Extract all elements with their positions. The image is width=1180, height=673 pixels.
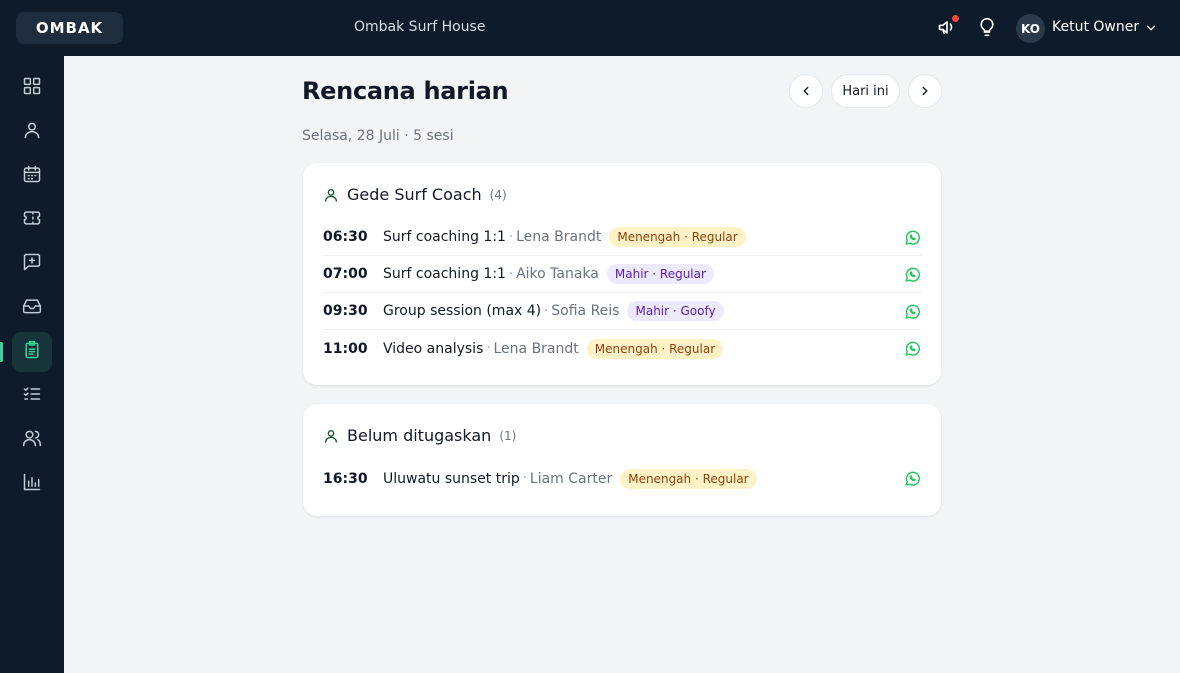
clipboard-icon [22,340,42,364]
group-name: Gede Surf Coach [347,185,482,204]
venue-name: Ombak Surf House [354,19,486,35]
ticket-icon [22,208,42,232]
lightbulb-icon[interactable] [976,16,998,38]
separator-dot: · [508,266,514,282]
user-icon [323,187,339,203]
sidebar-item-reports-clipboard[interactable] [12,332,52,372]
group-header: Gede Surf Coach (4) [323,185,507,204]
session-row[interactable]: 16:30 Uluwatu sunset trip · Liam Carter … [323,460,921,497]
unassigned-group-card: Belum ditugaskan (1) 16:30 Uluwatu sunse… [303,404,941,516]
sidebar-item-tickets[interactable] [12,200,52,240]
session-row[interactable]: 06:30 Surf coaching 1:1 · Lena Brandt Me… [323,219,921,256]
chevron-left-icon [799,84,813,98]
bar-chart-icon [22,472,42,496]
session-client: Liam Carter [529,470,613,487]
session-time: 09:30 [323,303,368,319]
sidebar-item-dashboard[interactable] [12,68,52,108]
user-name[interactable]: Ketut Owner [1052,19,1139,35]
active-nav-indicator [0,342,3,362]
level-badge: Menengah · Regular [586,338,724,359]
sidebar-item-tasks[interactable] [12,376,52,416]
session-client: Lena Brandt [516,229,602,245]
sidebar-item-inbox[interactable] [12,288,52,328]
user-icon [22,120,42,144]
notification-dot [952,15,959,22]
group-header: Belum ditugaskan (1) [323,426,516,445]
chevron-down-icon[interactable] [1144,20,1158,34]
sidebar-item-stats[interactable] [12,464,52,504]
grid-icon [22,76,42,100]
separator-dot: · [544,303,549,319]
checklist-icon [22,384,42,408]
next-day-button[interactable] [908,74,942,108]
session-time: 07:00 [323,266,368,282]
group-count: (4) [489,187,507,202]
session-time: 06:30 [323,229,368,245]
coach-group-card: Gede Surf Coach (4) 06:30 Surf coaching … [303,163,941,385]
level-badge: Menengah · Regular [620,468,757,489]
prev-day-button[interactable] [789,74,823,108]
session-time: 16:30 [323,470,368,487]
sidebar-item-calendar[interactable] [12,156,52,196]
session-client: Lena Brandt [493,340,579,357]
group-count: (1) [499,428,517,443]
whatsapp-icon[interactable] [904,229,921,246]
separator-dot: · [522,471,527,486]
session-client: Aiko Tanaka [516,266,599,282]
sidebar-item-team[interactable] [12,420,52,460]
whatsapp-icon[interactable] [904,266,921,283]
session-title: Surf coaching 1:1 [383,266,506,282]
group-name: Belum ditugaskan [347,426,492,445]
user-icon [323,428,339,444]
level-badge: Mahir · Goofy [627,301,724,321]
sidebar-item-profile[interactable] [12,112,52,152]
separator-dot: · [508,229,514,245]
megaphone-icon[interactable] [936,15,959,38]
session-row[interactable]: 09:30 Group session (max 4) · Sofia Reis… [323,293,921,330]
session-row[interactable]: 07:00 Surf coaching 1:1 · Aiko Tanaka Ma… [323,256,921,293]
session-title: Uluwatu sunset trip [383,470,520,487]
whatsapp-icon[interactable] [904,303,921,320]
whatsapp-icon[interactable] [904,470,921,487]
session-title: Group session (max 4) [383,303,542,319]
calendar-icon [22,164,42,188]
message-plus-icon [22,252,42,276]
session-title: Surf coaching 1:1 [383,229,506,245]
session-row[interactable]: 11:00 Video analysis · Lena Brandt Menen… [323,330,921,367]
user-avatar[interactable]: KO [1016,14,1045,43]
session-client: Sofia Reis [551,303,620,319]
inbox-icon [22,296,42,320]
session-title: Video analysis [383,340,484,357]
top-bar: OMBAK Ombak Surf House KO Ketut Owner [0,0,1180,56]
separator-dot: · [486,341,491,356]
app-logo[interactable]: OMBAK [16,12,123,44]
sidebar [0,56,64,673]
page-title: Rencana harian [302,77,509,105]
users-icon [22,428,42,452]
session-time: 11:00 [323,340,368,357]
today-button[interactable]: Hari ini [831,74,900,108]
level-badge: Mahir · Regular [606,264,714,284]
whatsapp-icon[interactable] [904,340,921,357]
chevron-right-icon [918,84,932,98]
level-badge: Menengah · Regular [609,227,746,247]
sidebar-item-messages[interactable] [12,244,52,284]
page-subtitle: Selasa, 28 Juli · 5 sesi [302,128,454,144]
